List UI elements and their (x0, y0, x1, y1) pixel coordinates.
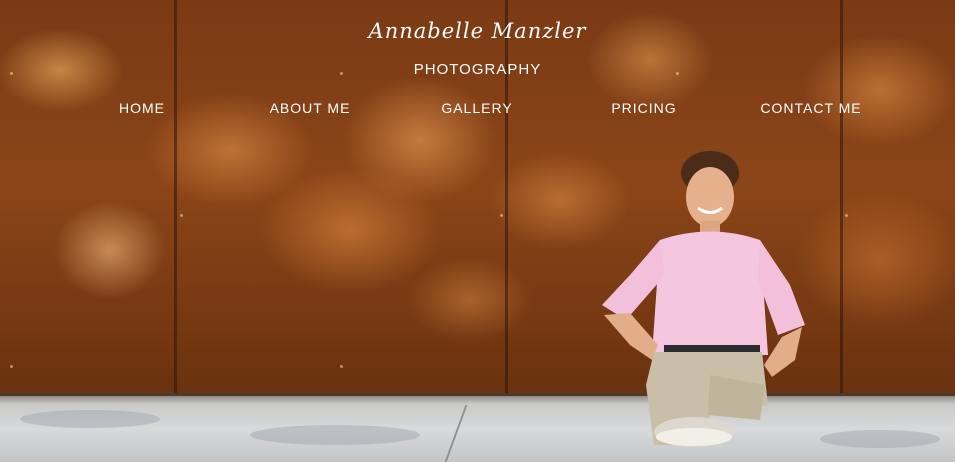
wall-rivet (340, 365, 343, 368)
wall-rivet (500, 214, 503, 217)
wall-panel-seam (174, 0, 177, 395)
sidewalk-shadow (20, 410, 160, 428)
wall-rivet (845, 214, 848, 217)
brand-name: Annabelle Manzler (368, 19, 587, 43)
wall-panel-seam (840, 0, 843, 395)
wall-panel-seam (505, 0, 508, 395)
brand-tagline: PHOTOGRAPHY (413, 61, 542, 78)
nav-about-me[interactable]: ABOUT ME (270, 100, 351, 116)
sidewalk-shadow (250, 425, 420, 445)
wall-rivet (10, 365, 13, 368)
nav-contact-me[interactable]: CONTACT ME (760, 100, 861, 116)
site-logo[interactable]: Annabelle Manzler (0, 14, 955, 48)
nav-home[interactable]: HOME (119, 100, 165, 116)
nav-pricing[interactable]: PRICING (611, 100, 676, 116)
sidewalk-shadow (820, 430, 940, 448)
wall-rivet (180, 214, 183, 217)
hero-photo-subject (602, 151, 805, 447)
main-nav: HOME ABOUT ME GALLERY PRICING CONTACT ME (0, 100, 955, 118)
nav-gallery[interactable]: GALLERY (441, 100, 512, 116)
hero-banner: Annabelle Manzler PHOTOGRAPHY HOME ABOUT… (0, 0, 955, 462)
